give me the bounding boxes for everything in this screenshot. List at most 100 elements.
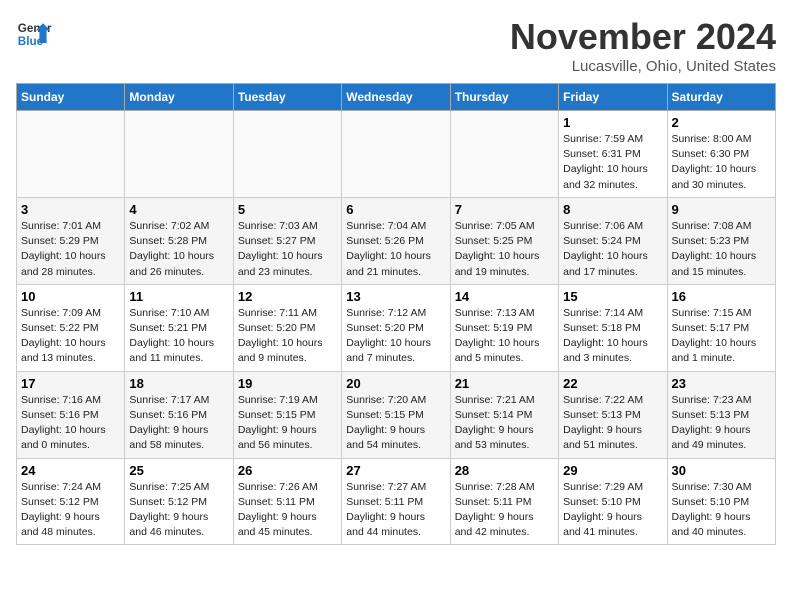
calendar-day-cell: 19Sunrise: 7:19 AM Sunset: 5:15 PM Dayli… [233,371,341,458]
calendar-day-cell: 9 Sunrise: 7:08 AM Sunset: 5:23 PM Daylig… [667,197,775,284]
calendar-day-cell: 25 Sunrise: 7:25 AM Sunset: 5:12 PM Dayli… [125,458,233,545]
calendar-day-cell [125,111,233,198]
day-info: Sunrise: 7:09 AM Sunset: 5:22 PM Dayligh… [21,306,120,367]
day-number: 16 [672,289,771,304]
calendar-week-row: 1Sunrise: 7:59 AM Sunset: 6:31 PM Daylig… [17,111,776,198]
calendar-day-cell: 24 Sunrise: 7:24 AM Sunset: 5:12 PM Dayli… [17,458,125,545]
calendar-header-cell: Sunday [17,84,125,111]
day-info: Sunrise: 7:10 AM Sunset: 5:21 PM Dayligh… [129,306,228,367]
logo-icon: General Blue [16,16,52,52]
day-info: Sunrise: 7:17 AM Sunset: 5:16 PM Dayligh… [129,393,228,454]
calendar-day-cell: 20 Sunrise: 7:20 AM Sunset: 5:15 PM Dayli… [342,371,450,458]
calendar-table: SundayMondayTuesdayWednesdayThursdayFrid… [16,83,776,545]
day-number: 26 [238,463,337,478]
day-info: Sunrise: 7:03 AM Sunset: 5:27 PM Dayligh… [238,219,337,280]
day-number: 27 [346,463,445,478]
day-info: Sunrise: 7:26 AM Sunset: 5:11 PM Dayligh… [238,480,337,541]
calendar-day-cell: 28Sunrise: 7:28 AM Sunset: 5:11 PM Dayli… [450,458,558,545]
day-number: 20 [346,376,445,391]
day-number: 29 [563,463,662,478]
calendar-header-cell: Thursday [450,84,558,111]
calendar-day-cell: 16 Sunrise: 7:15 AM Sunset: 5:17 PM Dayli… [667,284,775,371]
day-info: Sunrise: 7:14 AM Sunset: 5:18 PM Dayligh… [563,306,662,367]
day-info: Sunrise: 7:24 AM Sunset: 5:12 PM Dayligh… [21,480,120,541]
location-title: Lucasville, Ohio, United States [510,58,776,75]
day-number: 24 [21,463,120,478]
day-number: 1 [563,115,662,130]
calendar-day-cell: 17 Sunrise: 7:16 AM Sunset: 5:16 PM Dayli… [17,371,125,458]
calendar-body: 1Sunrise: 7:59 AM Sunset: 6:31 PM Daylig… [17,111,776,545]
day-number: 25 [129,463,228,478]
calendar-day-cell: 3 Sunrise: 7:01 AM Sunset: 5:29 PM Daylig… [17,197,125,284]
calendar-day-cell: 18Sunrise: 7:17 AM Sunset: 5:16 PM Dayli… [125,371,233,458]
day-info: Sunrise: 7:08 AM Sunset: 5:23 PM Dayligh… [672,219,771,280]
day-number: 30 [672,463,771,478]
calendar-day-cell [342,111,450,198]
day-number: 10 [21,289,120,304]
day-info: Sunrise: 7:05 AM Sunset: 5:25 PM Dayligh… [455,219,554,280]
day-number: 5 [238,202,337,217]
day-number: 21 [455,376,554,391]
day-number: 2 [672,115,771,130]
calendar-day-cell: 2Sunrise: 8:00 AM Sunset: 6:30 PM Daylig… [667,111,775,198]
day-number: 15 [563,289,662,304]
day-info: Sunrise: 7:11 AM Sunset: 5:20 PM Dayligh… [238,306,337,367]
calendar-day-cell: 23 Sunrise: 7:23 AM Sunset: 5:13 PM Dayli… [667,371,775,458]
calendar-day-cell: 6 Sunrise: 7:04 AM Sunset: 5:26 PM Daylig… [342,197,450,284]
day-number: 12 [238,289,337,304]
calendar-day-cell: 27 Sunrise: 7:27 AM Sunset: 5:11 PM Dayli… [342,458,450,545]
calendar-header-cell: Friday [559,84,667,111]
title-area: November 2024 Lucasville, Ohio, United S… [510,16,776,75]
calendar-day-cell: 13Sunrise: 7:12 AM Sunset: 5:20 PM Dayli… [342,284,450,371]
calendar-day-cell: 11Sunrise: 7:10 AM Sunset: 5:21 PM Dayli… [125,284,233,371]
calendar-day-cell [450,111,558,198]
calendar-day-cell: 12 Sunrise: 7:11 AM Sunset: 5:20 PM Dayli… [233,284,341,371]
day-number: 23 [672,376,771,391]
calendar-day-cell [233,111,341,198]
day-info: Sunrise: 7:22 AM Sunset: 5:13 PM Dayligh… [563,393,662,454]
calendar-day-cell: 10 Sunrise: 7:09 AM Sunset: 5:22 PM Dayli… [17,284,125,371]
calendar-day-cell: 14Sunrise: 7:13 AM Sunset: 5:19 PM Dayli… [450,284,558,371]
day-info: Sunrise: 7:25 AM Sunset: 5:12 PM Dayligh… [129,480,228,541]
calendar-header-cell: Monday [125,84,233,111]
day-info: Sunrise: 7:30 AM Sunset: 5:10 PM Dayligh… [672,480,771,541]
logo: General Blue [16,16,52,52]
day-number: 4 [129,202,228,217]
calendar-header-row: SundayMondayTuesdayWednesdayThursdayFrid… [17,84,776,111]
day-info: Sunrise: 7:23 AM Sunset: 5:13 PM Dayligh… [672,393,771,454]
day-info: Sunrise: 7:15 AM Sunset: 5:17 PM Dayligh… [672,306,771,367]
calendar-day-cell: 26 Sunrise: 7:26 AM Sunset: 5:11 PM Dayli… [233,458,341,545]
day-info: Sunrise: 7:29 AM Sunset: 5:10 PM Dayligh… [563,480,662,541]
page-header: General Blue November 2024 Lucasville, O… [16,16,776,75]
day-info: Sunrise: 7:27 AM Sunset: 5:11 PM Dayligh… [346,480,445,541]
calendar-week-row: 17 Sunrise: 7:16 AM Sunset: 5:16 PM Dayli… [17,371,776,458]
day-number: 3 [21,202,120,217]
day-number: 9 [672,202,771,217]
day-info: Sunrise: 7:04 AM Sunset: 5:26 PM Dayligh… [346,219,445,280]
day-info: Sunrise: 7:06 AM Sunset: 5:24 PM Dayligh… [563,219,662,280]
calendar-header-cell: Tuesday [233,84,341,111]
calendar-header-cell: Wednesday [342,84,450,111]
calendar-week-row: 10 Sunrise: 7:09 AM Sunset: 5:22 PM Dayli… [17,284,776,371]
calendar-day-cell: 1Sunrise: 7:59 AM Sunset: 6:31 PM Daylig… [559,111,667,198]
day-number: 14 [455,289,554,304]
day-number: 6 [346,202,445,217]
calendar-day-cell: 30 Sunrise: 7:30 AM Sunset: 5:10 PM Dayli… [667,458,775,545]
day-info: Sunrise: 7:02 AM Sunset: 5:28 PM Dayligh… [129,219,228,280]
day-number: 13 [346,289,445,304]
calendar-header-cell: Saturday [667,84,775,111]
calendar-day-cell: 22Sunrise: 7:22 AM Sunset: 5:13 PM Dayli… [559,371,667,458]
day-info: Sunrise: 7:01 AM Sunset: 5:29 PM Dayligh… [21,219,120,280]
calendar-week-row: 3 Sunrise: 7:01 AM Sunset: 5:29 PM Daylig… [17,197,776,284]
calendar-day-cell: 8Sunrise: 7:06 AM Sunset: 5:24 PM Daylig… [559,197,667,284]
month-title: November 2024 [510,16,776,58]
day-info: Sunrise: 7:28 AM Sunset: 5:11 PM Dayligh… [455,480,554,541]
day-number: 17 [21,376,120,391]
day-info: Sunrise: 7:16 AM Sunset: 5:16 PM Dayligh… [21,393,120,454]
calendar-day-cell: 5 Sunrise: 7:03 AM Sunset: 5:27 PM Daylig… [233,197,341,284]
day-info: Sunrise: 7:19 AM Sunset: 5:15 PM Dayligh… [238,393,337,454]
calendar-day-cell: 29 Sunrise: 7:29 AM Sunset: 5:10 PM Dayli… [559,458,667,545]
calendar-week-row: 24 Sunrise: 7:24 AM Sunset: 5:12 PM Dayli… [17,458,776,545]
day-info: Sunrise: 7:20 AM Sunset: 5:15 PM Dayligh… [346,393,445,454]
day-number: 7 [455,202,554,217]
